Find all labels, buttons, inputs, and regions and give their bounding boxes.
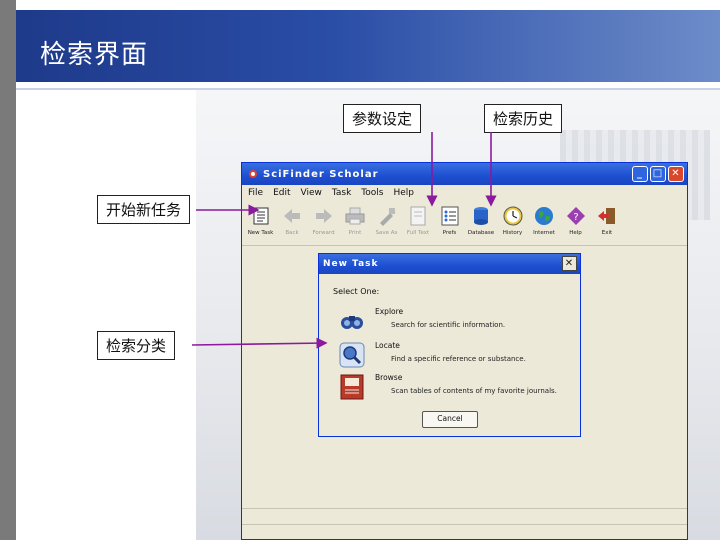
toolbar-history-button[interactable]: History	[497, 201, 528, 236]
toolbar-label: Forward	[312, 230, 335, 236]
toolbar-label: History	[502, 230, 523, 236]
toolbar-label: Help	[569, 230, 582, 236]
exit-icon	[598, 208, 615, 224]
toolbar-database-button[interactable]: Database	[466, 201, 497, 236]
menu-file[interactable]: File	[248, 188, 263, 198]
toolbar-label: Print	[348, 230, 362, 236]
option-description: Search for scientific information.	[391, 321, 506, 329]
toolbar-save-as-button[interactable]: Save As	[371, 201, 402, 236]
app-icon	[249, 170, 257, 178]
toolbar-label: Internet	[533, 230, 555, 236]
menu-view[interactable]: View	[301, 188, 322, 198]
toolbar-label: Exit	[601, 230, 613, 236]
option-description: Scan tables of contents of my favorite j…	[391, 387, 557, 395]
toolbar-print-button[interactable]: Print	[340, 201, 371, 236]
toolbar-back-button[interactable]: Back	[277, 201, 308, 236]
option-name: Locate	[375, 341, 400, 350]
menubar: File Edit View Task Tools Help	[242, 185, 687, 201]
option-browse[interactable]: Browse Scan tables of contents of my fav…	[339, 372, 569, 402]
dialog-title: New Task	[323, 259, 379, 269]
dialog-titlebar[interactable]: New Task ✕	[319, 254, 580, 274]
toolbar-exit-button[interactable]: Exit	[592, 201, 623, 236]
toolbar-forward-button[interactable]: Forward	[308, 201, 339, 236]
slide-title: 检索界面	[40, 40, 149, 70]
toolbar-internet-button[interactable]: Internet	[529, 201, 560, 236]
history-clock-icon	[503, 206, 522, 226]
dialog-close-button[interactable]: ✕	[562, 256, 577, 271]
database-icon	[474, 207, 488, 225]
preferences-icon	[441, 206, 458, 226]
minimize-button[interactable]: _	[632, 166, 648, 182]
magnifier-icon[interactable]	[339, 342, 365, 368]
toolbar-label: Database	[467, 230, 495, 236]
option-name: Explore	[375, 307, 404, 316]
globe-icon	[535, 207, 553, 225]
option-explore[interactable]: Explore Search for scientific informatio…	[339, 306, 569, 336]
status-divider	[242, 508, 687, 509]
callout-history: 检索历史	[484, 104, 563, 133]
journal-icon[interactable]	[339, 374, 365, 400]
svg-text:?: ?	[573, 212, 578, 223]
toolbar-label: New Task	[247, 230, 274, 236]
option-name: Browse	[375, 373, 403, 382]
new-task-icon	[253, 207, 268, 225]
toolbar-full-text-button[interactable]: Full Text	[403, 201, 434, 236]
toolbar-help-button[interactable]: ? Help	[560, 201, 591, 236]
full-text-icon	[410, 206, 426, 226]
toolbar-label: Save As	[375, 230, 398, 236]
help-icon: ?	[566, 207, 585, 225]
window-title: SciFinder Scholar	[263, 168, 379, 180]
cancel-button[interactable]: Cancel	[422, 411, 478, 428]
binoculars-icon[interactable]	[339, 308, 365, 334]
toolbar-label: Full Text	[406, 230, 430, 236]
forward-arrow-icon	[315, 209, 332, 223]
left-rail	[0, 0, 16, 540]
option-description: Find a specific reference or substance.	[391, 355, 526, 363]
menu-task[interactable]: Task	[332, 188, 351, 198]
menu-help[interactable]: Help	[393, 188, 414, 198]
toolbar-label: Prefs	[442, 230, 457, 236]
menu-tools[interactable]: Tools	[361, 188, 383, 198]
option-locate[interactable]: Locate Find a specific reference or subs…	[339, 340, 569, 370]
callout-new-task: 开始新任务	[97, 195, 191, 224]
maximize-button[interactable]: □	[650, 166, 666, 182]
close-button[interactable]: ✕	[668, 166, 684, 182]
callout-classify: 检索分类	[97, 331, 176, 360]
window-titlebar[interactable]: SciFinder Scholar _ □ ✕	[242, 163, 687, 185]
printer-icon	[345, 207, 365, 225]
callout-params: 参数设定	[343, 104, 422, 133]
toolbar-label: Back	[285, 230, 299, 236]
toolbar: New Task Back Forward Print Save As Full…	[242, 201, 687, 246]
save-as-icon	[379, 208, 395, 226]
new-task-dialog: New Task ✕ Select One: Explore Search fo…	[318, 253, 581, 437]
toolbar-prefs-button[interactable]: Prefs	[434, 201, 465, 236]
menu-edit[interactable]: Edit	[273, 188, 290, 198]
status-bar	[242, 524, 687, 525]
back-arrow-icon	[284, 209, 300, 223]
dialog-heading: Select One:	[333, 287, 380, 296]
toolbar-new-task-button[interactable]: New Task	[245, 201, 276, 236]
